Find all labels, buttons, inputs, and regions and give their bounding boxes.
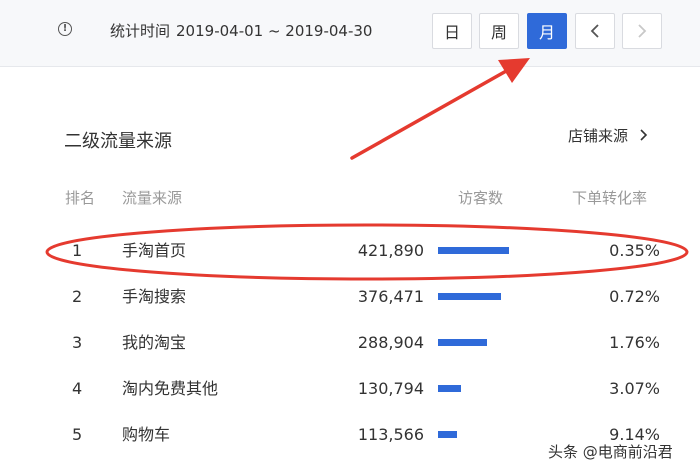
visitors-bar <box>438 247 538 254</box>
table-row: 3 我的淘宝 288,904 1.76% <box>0 320 700 366</box>
prev-period-button[interactable] <box>575 13 615 49</box>
visitors-bar <box>438 339 538 346</box>
visitors-cell: 376,471 <box>357 287 424 306</box>
stat-label: 统计时间 <box>110 22 171 40</box>
annotation-arrow-shaft <box>350 68 510 160</box>
table-row: 2 手淘搜索 376,471 0.72% <box>0 274 700 320</box>
visitors-bar <box>438 385 538 392</box>
source-cell: 购物车 <box>122 425 171 444</box>
info-icon[interactable]: ! <box>58 22 72 36</box>
header-source: 流量来源 <box>122 189 183 207</box>
visitors-bar-fill <box>438 247 509 254</box>
visitors-bar <box>438 293 538 300</box>
section-title: 二级流量来源 <box>64 131 172 152</box>
rank-cell: 5 <box>72 425 83 444</box>
rank-cell: 1 <box>72 241 83 260</box>
date-toolbar: ! 统计时间 2019-04-01 ~ 2019-04-30 日 周 月 <box>0 0 700 67</box>
rank-cell: 2 <box>72 287 83 306</box>
source-cell: 我的淘宝 <box>122 333 187 352</box>
header-visitors[interactable]: 访客数 <box>458 187 503 208</box>
header-conversion[interactable]: 下单转化率 <box>572 187 647 208</box>
visitors-bar-fill <box>438 385 461 392</box>
week-button[interactable]: 周 <box>479 13 519 49</box>
stat-period: 统计时间 2019-04-01 ~ 2019-04-30 <box>110 20 372 41</box>
shop-source-link[interactable]: 店铺来源 <box>568 125 649 146</box>
conversion-cell: 0.72% <box>609 287 660 306</box>
source-cell: 手淘搜索 <box>122 287 187 306</box>
header-rank: 排名 <box>65 189 96 207</box>
visitors-cell: 113,566 <box>357 425 424 444</box>
conversion-cell: 0.35% <box>609 241 660 260</box>
table-row: 1 手淘首页 421,890 0.35% <box>0 228 700 274</box>
visitors-bar-fill <box>438 431 457 438</box>
conversion-cell: 1.76% <box>609 333 660 352</box>
shop-source-label: 店铺来源 <box>568 127 629 145</box>
day-button[interactable]: 日 <box>432 13 472 49</box>
source-cell: 手淘首页 <box>122 241 187 260</box>
visitors-bar <box>438 431 538 438</box>
next-period-button[interactable] <box>622 13 662 49</box>
chevron-right-icon <box>640 129 647 141</box>
rank-cell: 4 <box>72 379 83 398</box>
rank-cell: 3 <box>72 333 83 352</box>
visitors-cell: 421,890 <box>357 241 424 260</box>
visitors-cell: 288,904 <box>357 333 424 352</box>
visitors-cell: 130,794 <box>357 379 424 398</box>
visitors-bar-fill <box>438 293 501 300</box>
watermark: 头条 @电商前沿君 <box>548 443 673 461</box>
date-range: 2019-04-01 ~ 2019-04-30 <box>176 22 373 40</box>
chevron-left-icon <box>590 24 599 38</box>
visitors-bar-fill <box>438 339 487 346</box>
table-row: 4 淘内免费其他 130,794 3.07% <box>0 366 700 412</box>
chevron-right-icon <box>638 24 647 38</box>
source-cell: 淘内免费其他 <box>122 379 219 398</box>
conversion-cell: 3.07% <box>609 379 660 398</box>
month-button[interactable]: 月 <box>527 13 567 49</box>
